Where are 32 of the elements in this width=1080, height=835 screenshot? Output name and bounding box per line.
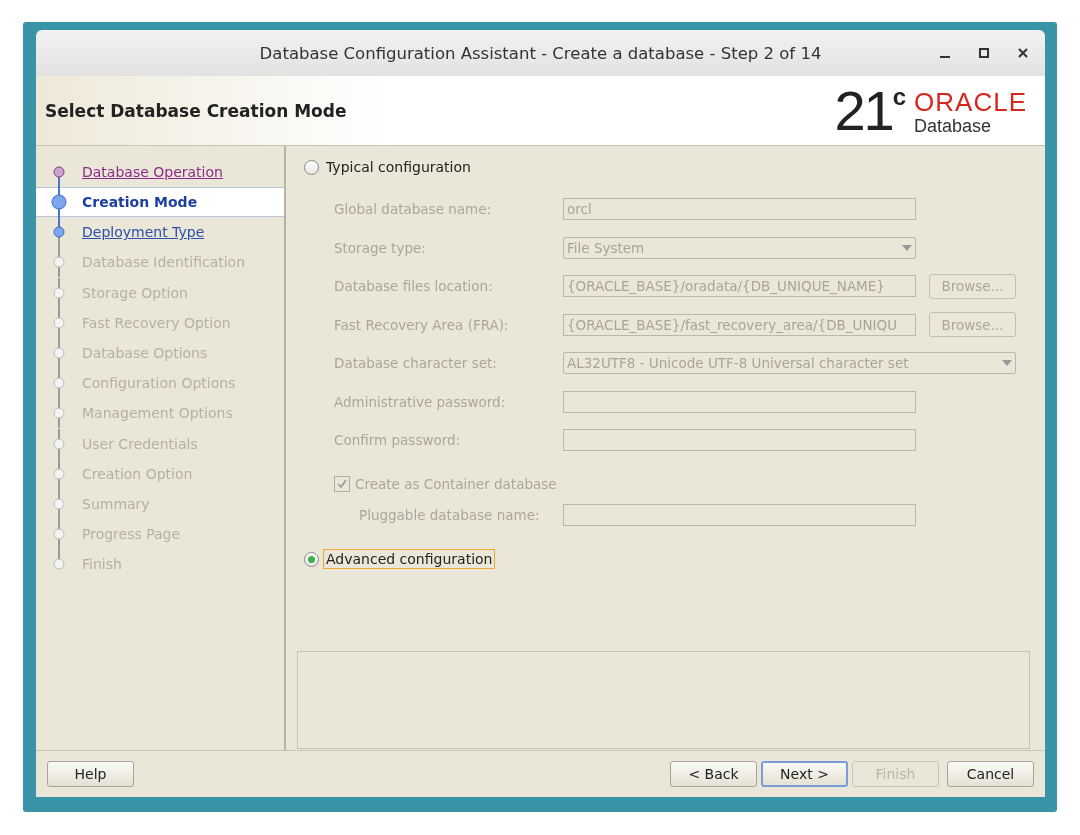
step-link[interactable]: Deployment Type <box>82 224 205 241</box>
radio-label[interactable]: Advanced configuration <box>323 549 496 569</box>
step-link[interactable]: Database Operation <box>82 164 223 181</box>
radio-label[interactable]: Typical configuration <box>323 157 474 177</box>
product-name: Database <box>914 114 993 137</box>
window-title: Database Configuration Assistant - Create a database - Step 2 of 14 <box>259 43 822 63</box>
radio-button[interactable] <box>304 551 319 567</box>
page-title: Select Database Creation Mode <box>45 100 347 121</box>
version-superscript: c <box>892 82 907 110</box>
field-label: Storage type: <box>334 239 427 256</box>
field-label: Pluggable database name: <box>359 506 541 523</box>
dialog-button[interactable]: Cancel <box>947 761 1034 787</box>
dialog-button[interactable]: < Back <box>670 761 757 787</box>
field-label: Database files location: <box>334 278 494 295</box>
caret-icon <box>1002 360 1012 367</box>
field-label: Administrative password: <box>334 393 507 410</box>
field-label: Database character set: <box>334 355 498 372</box>
input-field[interactable] <box>563 390 916 413</box>
radio-button[interactable] <box>304 159 319 175</box>
maximize-icon[interactable] <box>978 47 990 59</box>
current-step: Creation Mode <box>82 194 198 211</box>
field-label: Fast Recovery Area (FRA): <box>334 316 510 333</box>
dialog-button[interactable]: Next > <box>761 761 848 787</box>
brand-logo: ORACLE <box>914 88 1027 115</box>
field-label: Global database name: <box>334 201 493 218</box>
help-button[interactable]: Help <box>47 761 134 787</box>
close-icon[interactable] <box>1017 47 1029 59</box>
field-label: Confirm password: <box>334 432 462 449</box>
caret-icon <box>902 244 912 251</box>
input-field[interactable] <box>563 503 916 526</box>
input-field[interactable] <box>563 429 916 452</box>
version-number: 21 <box>834 82 893 139</box>
